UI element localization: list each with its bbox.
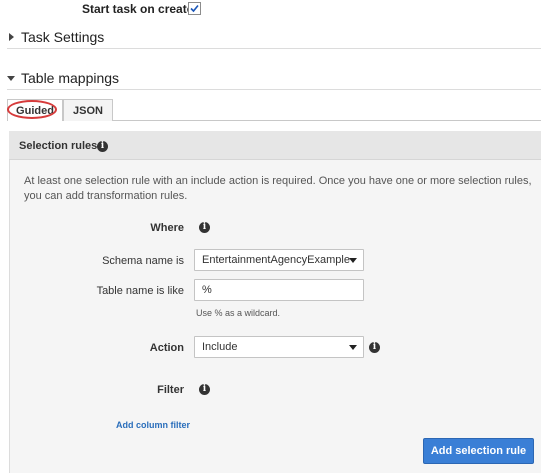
table-mappings-title: Table mappings: [21, 70, 120, 86]
task-settings-toggle[interactable]: Task Settings: [7, 29, 207, 46]
info-icon[interactable]: i: [97, 141, 108, 152]
table-name-label: Table name is like: [96, 285, 184, 297]
filter-label: Filter: [157, 384, 184, 396]
task-settings-title: Task Settings: [21, 29, 105, 45]
divider: [7, 89, 541, 90]
caret-right-icon: [9, 33, 14, 41]
caret-down-icon: [7, 76, 15, 81]
schema-name-value: EntertainmentAgencyExample: [202, 254, 350, 266]
check-icon: [190, 4, 199, 13]
info-icon[interactable]: i: [199, 222, 210, 233]
schema-name-select[interactable]: EntertainmentAgencyExample: [194, 249, 364, 271]
add-column-filter-link[interactable]: Add column filter: [116, 420, 190, 430]
tab-guided[interactable]: Guided: [7, 99, 63, 121]
selection-rules-description: At least one selection rule with an incl…: [24, 175, 532, 202]
table-name-hint: Use % as a wildcard.: [196, 308, 281, 318]
info-icon[interactable]: i: [369, 342, 380, 353]
add-selection-rule-button[interactable]: Add selection rule: [423, 438, 534, 464]
action-value: Include: [202, 341, 238, 353]
schema-name-label: Schema name is: [102, 255, 184, 267]
table-name-input[interactable]: [194, 279, 364, 301]
where-label: Where: [150, 222, 184, 234]
start-task-label: Start task on create: [82, 2, 194, 16]
tab-json[interactable]: JSON: [63, 99, 113, 121]
action-label: Action: [149, 342, 184, 354]
chevron-down-icon: [349, 258, 357, 263]
table-mappings-toggle[interactable]: Table mappings: [7, 70, 207, 87]
chevron-down-icon: [349, 345, 357, 350]
info-icon[interactable]: i: [199, 384, 210, 395]
selection-rules-title: Selection rules: [19, 140, 98, 152]
start-task-checkbox[interactable]: [188, 2, 201, 15]
action-select[interactable]: Include: [194, 336, 364, 358]
divider: [7, 48, 541, 49]
